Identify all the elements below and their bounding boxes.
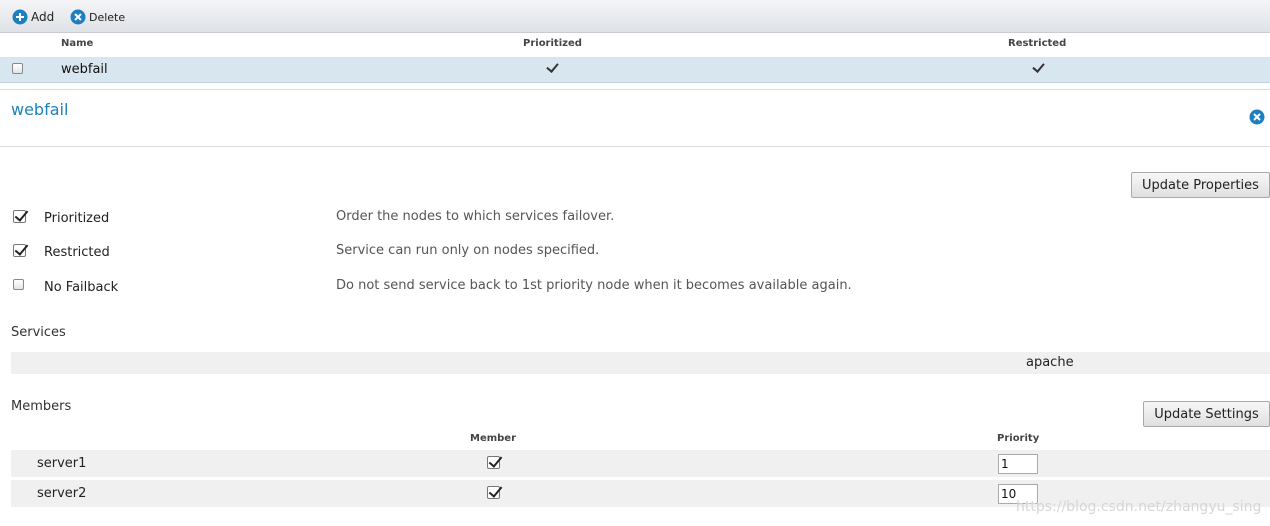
members-heading: Members [11, 399, 72, 414]
option-prioritized: Prioritized Order the nodes to which ser… [0, 209, 1270, 229]
member-checkbox[interactable] [487, 456, 500, 469]
update-settings-button[interactable]: Update Settings [1143, 401, 1270, 427]
plus-circle-icon [12, 9, 28, 25]
priority-input[interactable] [998, 454, 1038, 474]
delete-label: Delete [89, 10, 126, 24]
column-header-restricted[interactable]: Restricted [1008, 38, 1066, 49]
detail-title: webfail [11, 100, 69, 119]
option-description: Service can run only on nodes specified. [336, 243, 600, 258]
option-label: Restricted [44, 245, 110, 260]
option-no-failback: No Failback Do not send service back to … [0, 278, 1270, 298]
add-label: Add [31, 10, 55, 24]
option-label: Prioritized [44, 211, 110, 226]
option-description: Do not send service back to 1st priority… [336, 278, 852, 293]
table-row: server1 [11, 450, 1270, 477]
list-header: Name Prioritized Restricted [0, 33, 1270, 57]
column-header-name[interactable]: Name [61, 38, 93, 49]
column-header-prioritized[interactable]: Prioritized [523, 38, 582, 49]
divider [0, 89, 1270, 90]
watermark: https://blog.csdn.net/zhangyu_sing [1016, 499, 1262, 515]
toolbar: Add Delete [0, 0, 1270, 33]
add-button[interactable]: Add [12, 9, 54, 25]
row-select-checkbox[interactable] [12, 63, 23, 74]
option-description: Order the nodes to which services failov… [336, 209, 615, 224]
close-icon[interactable] [1249, 109, 1265, 125]
option-label: No Failback [44, 280, 119, 295]
prioritized-check-icon [545, 61, 558, 77]
column-header-member: Member [470, 433, 517, 444]
services-heading: Services [11, 325, 66, 340]
restricted-checkbox[interactable] [13, 244, 26, 257]
option-restricted: Restricted Service can run only on nodes… [0, 243, 1270, 263]
member-checkbox[interactable] [487, 486, 500, 499]
delete-button[interactable]: Delete [70, 9, 125, 25]
delete-circle-icon [70, 9, 86, 25]
member-name: server2 [37, 486, 87, 501]
restricted-check-icon [1031, 61, 1044, 77]
table-row[interactable]: webfail [0, 57, 1270, 83]
member-name: server1 [37, 456, 87, 471]
row-name[interactable]: webfail [61, 62, 108, 77]
no-failback-checkbox[interactable] [13, 279, 24, 290]
column-header-priority: Priority [997, 433, 1040, 444]
list-item[interactable]: apache [11, 352, 1270, 374]
prioritized-checkbox[interactable] [13, 210, 26, 223]
service-name[interactable]: apache [1026, 355, 1074, 370]
update-properties-button[interactable]: Update Properties [1131, 172, 1270, 198]
divider [0, 146, 1270, 147]
